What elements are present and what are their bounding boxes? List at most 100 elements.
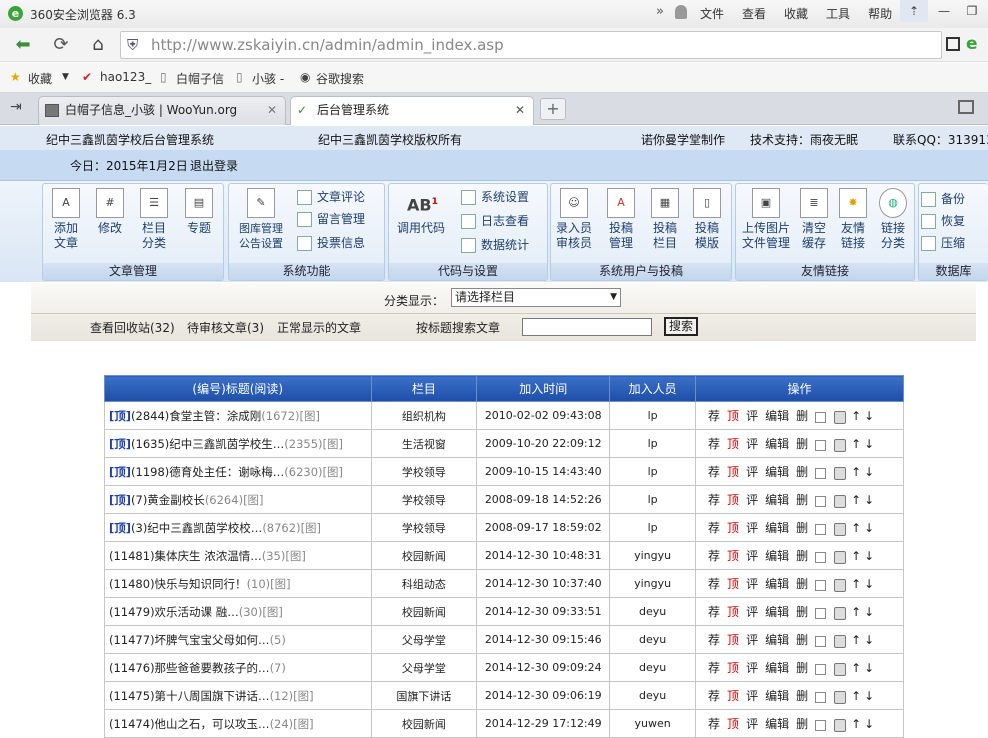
recycle-icon[interactable] xyxy=(834,578,847,592)
edit-button[interactable]: # 修改 xyxy=(93,188,127,236)
chevron-right-icon[interactable]: » xyxy=(656,4,664,19)
article-title-link[interactable]: (3)纪中三鑫凯茵学校校… xyxy=(131,521,262,535)
move-up-icon[interactable]: ↑ xyxy=(851,717,861,731)
gallery-notice-button[interactable]: ✎ 图库管理 公告设置 xyxy=(233,188,289,251)
pin-button[interactable]: 顶 xyxy=(727,661,739,675)
pin-button[interactable]: 顶 xyxy=(727,437,739,451)
article-title-link[interactable]: (1635)纪中三鑫凯茵学校生… xyxy=(131,437,284,451)
recommend-button[interactable]: 荐 xyxy=(708,577,720,591)
comments-link[interactable]: 文章评论 xyxy=(297,188,365,205)
submission-column-button[interactable]: ▦ 投稿 栏目 xyxy=(647,188,683,251)
refresh-button[interactable]: ⟳ xyxy=(47,32,75,58)
move-down-icon[interactable]: ↓ xyxy=(864,549,874,563)
move-down-icon[interactable]: ↓ xyxy=(864,577,874,591)
browser-engine-icon[interactable]: e xyxy=(966,34,978,54)
delete-button[interactable]: 删 xyxy=(796,549,808,563)
comment-button[interactable]: 评 xyxy=(746,521,758,535)
call-code-button[interactable]: AB1 调用代码 xyxy=(393,188,449,236)
pin-button[interactable]: 顶 xyxy=(727,633,739,647)
recommend-button[interactable]: 荐 xyxy=(708,549,720,563)
delete-button[interactable]: 删 xyxy=(796,717,808,731)
guestbook-link[interactable]: 留言管理 xyxy=(297,210,365,227)
topic-button[interactable]: ▤ 专题 xyxy=(181,188,217,236)
recommend-button[interactable]: 荐 xyxy=(708,661,720,675)
menu-file[interactable]: 文件 xyxy=(700,5,724,22)
recycle-icon[interactable] xyxy=(834,662,847,676)
article-title-link[interactable]: (7)黄金副校长 xyxy=(131,493,205,507)
menu-help[interactable]: 帮助 xyxy=(868,5,892,22)
delete-button[interactable]: 删 xyxy=(796,521,808,535)
move-up-icon[interactable]: ↑ xyxy=(851,605,861,619)
recycle-icon[interactable] xyxy=(834,494,847,508)
minimize-button[interactable]: — xyxy=(930,0,958,22)
edit-button[interactable]: 编辑 xyxy=(765,689,789,703)
move-up-icon[interactable]: ↑ xyxy=(851,409,861,423)
move-down-icon[interactable]: ↓ xyxy=(864,717,874,731)
recommend-button[interactable]: 荐 xyxy=(708,521,720,535)
delete-button[interactable]: 删 xyxy=(796,493,808,507)
comment-button[interactable]: 评 xyxy=(746,717,758,731)
edit-button[interactable]: 编辑 xyxy=(765,661,789,675)
dropdown-icon[interactable]: ▼ xyxy=(62,72,69,82)
select-checkbox[interactable] xyxy=(815,523,827,535)
recycle-icon[interactable] xyxy=(834,466,847,480)
recommend-button[interactable]: 荐 xyxy=(708,409,720,423)
compress-link[interactable]: 压缩 xyxy=(921,234,965,251)
user-icon[interactable] xyxy=(675,5,687,19)
edit-button[interactable]: 编辑 xyxy=(765,409,789,423)
menu-tools[interactable]: 工具 xyxy=(826,5,850,22)
statistics-link[interactable]: 数据统计 xyxy=(461,236,529,253)
move-down-icon[interactable]: ↓ xyxy=(864,437,874,451)
delete-button[interactable]: 删 xyxy=(796,633,808,647)
submission-manage-button[interactable]: A 投稿 管理 xyxy=(603,188,639,251)
category-button[interactable]: ☰ 栏目 分类 xyxy=(137,188,171,251)
menu-favorites[interactable]: 收藏 xyxy=(784,5,808,22)
delete-button[interactable]: 删 xyxy=(796,409,808,423)
add-article-button[interactable]: A 添加 文章 xyxy=(49,188,83,251)
recycle-icon[interactable] xyxy=(834,634,847,648)
edit-button[interactable]: 编辑 xyxy=(765,577,789,591)
friend-links-button[interactable]: ✸ 友情 链接 xyxy=(836,188,870,251)
home-button[interactable]: ⌂ xyxy=(84,32,112,58)
select-checkbox[interactable] xyxy=(815,663,827,675)
article-title-link[interactable]: (11475)第十八周国旗下讲话… xyxy=(109,689,270,703)
close-icon[interactable]: ✕ xyxy=(267,97,277,124)
select-checkbox[interactable] xyxy=(815,439,827,451)
category-select[interactable]: 请选择栏目 ▼ xyxy=(451,288,621,307)
sidebar-toggle-icon[interactable]: ⇥ xyxy=(10,99,22,115)
recycle-icon[interactable] xyxy=(834,690,847,704)
vote-link[interactable]: 投票信息 xyxy=(297,234,365,251)
edit-button[interactable]: 编辑 xyxy=(765,465,789,479)
select-checkbox[interactable] xyxy=(815,495,827,507)
recommend-button[interactable]: 荐 xyxy=(708,717,720,731)
recycle-icon[interactable] xyxy=(834,438,847,452)
backup-link[interactable]: 备份 xyxy=(921,190,965,207)
comment-button[interactable]: 评 xyxy=(746,577,758,591)
upload-files-button[interactable]: ▣ 上传图片 文件管理 xyxy=(738,188,794,251)
move-up-icon[interactable]: ↑ xyxy=(851,549,861,563)
pin-button[interactable]: 顶 xyxy=(727,409,739,423)
tab-wooyun[interactable]: 白帽子信息_小骇 | WooYun.org ✕ xyxy=(38,96,286,125)
close-icon[interactable]: ✕ xyxy=(515,97,525,124)
move-up-icon[interactable]: ↑ xyxy=(851,521,861,535)
comment-button[interactable]: 评 xyxy=(746,437,758,451)
select-checkbox[interactable] xyxy=(815,691,827,703)
tab-list-icon[interactable] xyxy=(958,100,974,114)
select-checkbox[interactable] xyxy=(815,467,827,479)
select-checkbox[interactable] xyxy=(815,551,827,563)
tab-admin[interactable]: ✓ 后台管理系统 ✕ xyxy=(290,96,534,125)
move-down-icon[interactable]: ↓ xyxy=(864,605,874,619)
skin-icon[interactable]: ⇡ xyxy=(900,0,928,22)
recycle-icon[interactable] xyxy=(834,550,847,564)
move-down-icon[interactable]: ↓ xyxy=(864,633,874,647)
delete-button[interactable]: 删 xyxy=(796,437,808,451)
search-input[interactable] xyxy=(522,318,652,336)
move-down-icon[interactable]: ↓ xyxy=(864,661,874,675)
recommend-button[interactable]: 荐 xyxy=(708,465,720,479)
move-up-icon[interactable]: ↑ xyxy=(851,633,861,647)
delete-button[interactable]: 删 xyxy=(796,605,808,619)
fav-baimaozi[interactable]: 白帽子信 xyxy=(176,70,224,87)
fav-hao123[interactable]: hao123_ xyxy=(100,70,151,84)
normal-articles-link[interactable]: 正常显示的文章 xyxy=(277,319,361,336)
select-checkbox[interactable] xyxy=(815,719,827,731)
